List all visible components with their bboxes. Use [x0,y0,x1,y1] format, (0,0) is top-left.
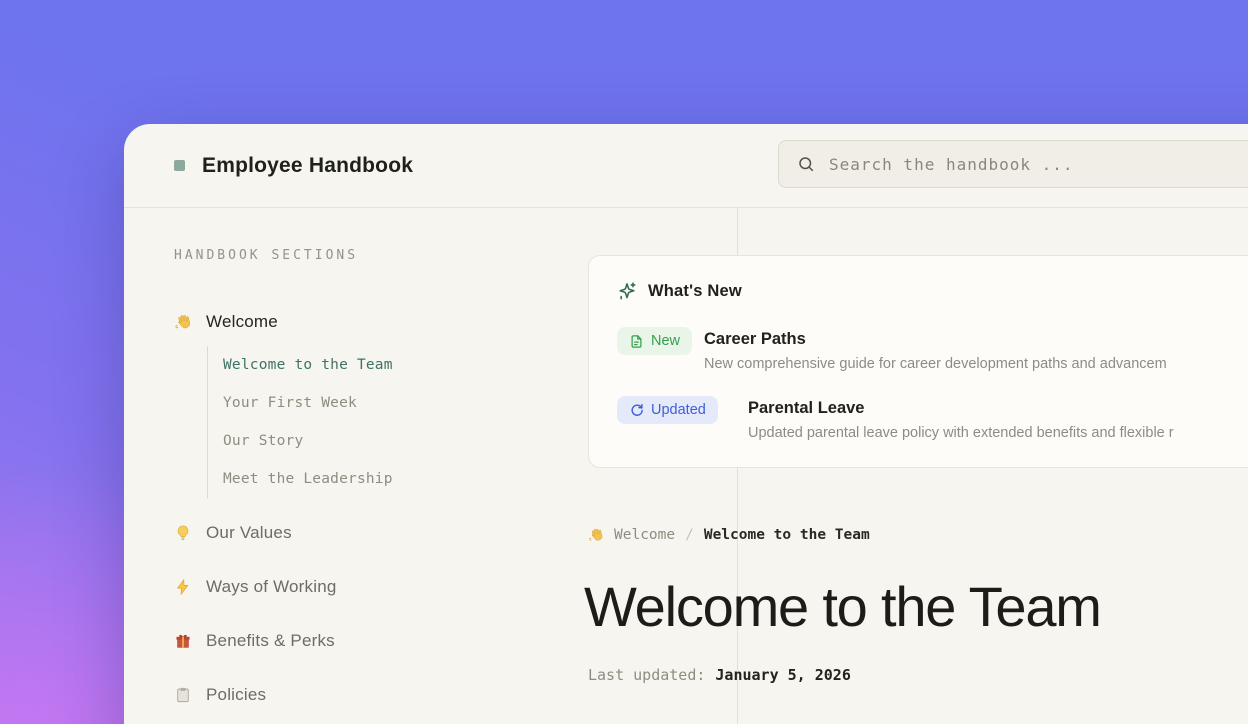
sidebar-heading: HANDBOOK SECTIONS [174,248,358,263]
new-badge-label: New [651,333,680,349]
sidebar-item-label: Ways of Working [206,577,337,597]
app-logo-icon [174,160,185,171]
search-placeholder: Search the handbook ... [829,155,1074,174]
whats-new-item-description: New comprehensive guide for career devel… [704,356,1248,372]
whats-new-card: What's New New Career Paths New comprehe… [588,255,1248,468]
app-header: Employee Handbook Search the handbook ..… [124,124,1248,208]
clipboard-icon [174,686,192,704]
whats-new-title: What's New [648,282,742,301]
sidebar-item-label: Benefits & Perks [206,631,335,651]
sidebar-item-our-values[interactable]: Our Values [174,520,292,546]
page-title: Welcome to the Team [584,574,1101,639]
document-icon [629,334,644,349]
sidebar-item-label: Welcome [206,312,278,332]
whats-new-item-parental-leave[interactable]: Updated Parental Leave Updated parental … [617,396,1248,441]
last-updated-value: January 5, 2026 [715,666,850,684]
sidebar-item-ways-of-working[interactable]: Ways of Working [174,574,337,600]
whats-new-item-title: Career Paths [704,330,1248,349]
app-title: Employee Handbook [202,154,413,178]
last-updated: Last updated: January 5, 2026 [588,666,851,684]
whats-new-item-description: Updated parental leave policy with exten… [748,425,1248,441]
search-input[interactable]: Search the handbook ... [778,140,1248,188]
sidebar-subitem-our-story[interactable]: Our Story [223,422,467,460]
sidebar-item-benefits-perks[interactable]: Benefits & Perks [174,628,335,654]
breadcrumb-current: Welcome to the Team [704,527,870,543]
updated-badge-label: Updated [651,402,706,418]
waving-hand-icon [174,313,192,331]
sidebar-item-policies[interactable]: Policies [174,682,266,708]
sidebar-welcome-sublist: Welcome to the Team Your First Week Our … [207,346,467,498]
updated-badge: Updated [617,396,718,424]
sidebar-subitem-your-first-week[interactable]: Your First Week [223,384,467,422]
lightning-bolt-icon [174,578,192,596]
sidebar-subitem-welcome-to-the-team[interactable]: Welcome to the Team [223,346,467,384]
refresh-icon [629,403,644,418]
whats-new-header: What's New [617,281,1248,301]
sidebar-item-welcome[interactable]: Welcome [174,309,278,335]
whats-new-item-career-paths[interactable]: New Career Paths New comprehensive guide… [617,327,1248,372]
sparkles-icon [617,281,637,301]
breadcrumb-separator: / [685,527,694,543]
lightbulb-icon [174,524,192,542]
last-updated-label: Last updated: [588,666,705,684]
new-badge: New [617,327,692,355]
sidebar-subitem-meet-the-leadership[interactable]: Meet the Leadership [223,460,467,498]
sidebar-item-label: Our Values [206,523,292,543]
breadcrumb-section[interactable]: Welcome [614,527,675,543]
search-icon [797,155,815,173]
sidebar-item-label: Policies [206,685,266,705]
breadcrumb: Welcome / Welcome to the Team [588,524,870,546]
app-window: Employee Handbook Search the handbook ..… [124,124,1248,724]
gift-icon [174,632,192,650]
whats-new-item-title: Parental Leave [748,399,1248,418]
waving-hand-icon [588,527,604,543]
